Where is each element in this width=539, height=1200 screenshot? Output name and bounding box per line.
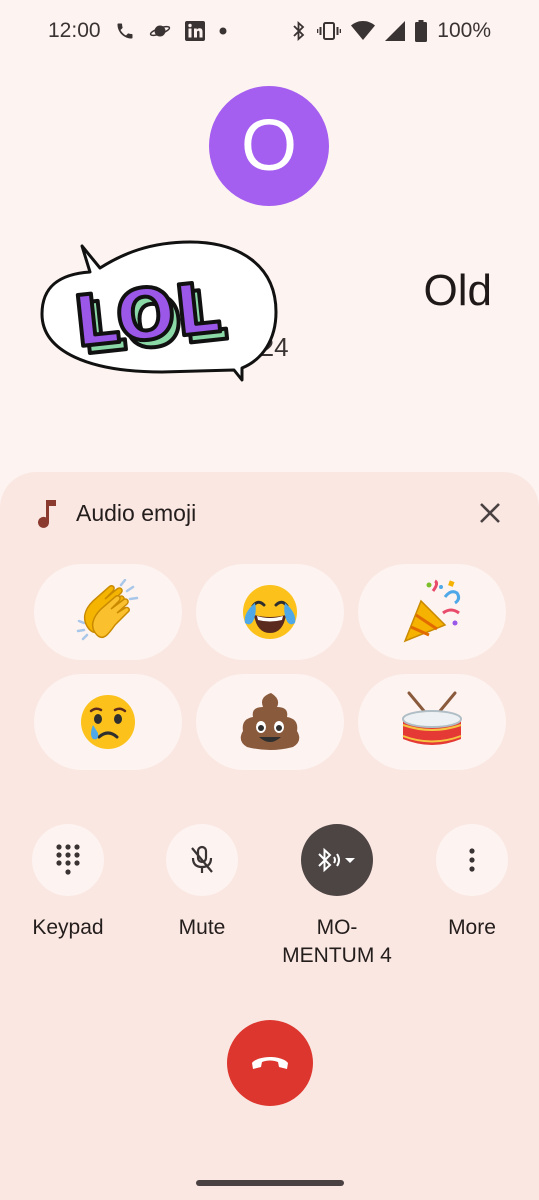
mute-circle[interactable] [166,824,238,896]
dialpad-icon [56,844,80,875]
bluetooth-audio-icon [318,847,355,873]
music-note-icon [38,500,56,528]
phone-icon [115,21,135,41]
more-circle[interactable] [436,824,508,896]
mute-button[interactable]: Mute [142,824,262,942]
audio-route-button[interactable]: MO- MENTUM 4 [277,824,397,970]
signal-icon [385,21,406,41]
hang-up-icon [252,1057,288,1069]
battery-percentage: 100% [437,19,491,42]
sheet-header: Audio emoji [0,494,539,534]
emoji-clapping-hands-button[interactable] [34,564,182,660]
call-controls: Keypad Mute MO- MENTUM 4 More [0,824,539,974]
status-bar: 12:00 100% [0,0,539,62]
audio-route-label: MO- MENTUM 4 [282,916,392,967]
tears-of-joy-icon [243,585,297,639]
emoji-grid [34,564,506,770]
emoji-drum-button[interactable] [358,674,506,770]
caller-avatar: O [209,86,329,206]
vibrate-icon [317,21,342,41]
planet-icon [149,21,171,41]
bluetooth-icon [291,20,307,42]
battery-icon [415,20,428,42]
emoji-pile-of-poo-button[interactable] [196,674,344,770]
keypad-circle[interactable] [32,824,104,896]
end-call-button[interactable] [227,1020,313,1106]
more-button[interactable]: More [412,824,532,942]
emoji-tears-of-joy-button[interactable] [196,564,344,660]
dot-icon [219,27,227,35]
status-time: 12:00 [48,19,101,42]
caller-name: Old [423,266,492,315]
linkedin-icon [184,21,205,41]
keypad-label: Keypad [32,916,104,939]
svg-text:LOL: LOL [70,266,224,363]
wifi-icon [351,21,376,41]
pile-of-poo-icon [240,693,300,750]
more-vert-icon [469,848,475,872]
more-label: More [448,916,496,939]
call-screen: 12:00 100% O Old LOL LOL Audio emoji Key… [0,0,539,1200]
mic-off-icon [191,845,213,873]
crying-face-icon [81,695,135,749]
keypad-button[interactable]: Keypad [8,824,128,942]
drum-icon [402,691,462,745]
mute-label: Mute [178,916,226,939]
emoji-party-popper-button[interactable] [358,564,506,660]
lol-sticker-icon: LOL LOL [40,240,278,382]
sheet-title: Audio emoji [76,500,197,526]
audio-route-circle[interactable] [301,824,373,896]
close-icon[interactable] [475,498,505,528]
party-popper-icon [403,579,461,643]
avatar-letter: O [240,106,297,186]
clapping-hands-icon [76,579,139,641]
home-indicator[interactable] [196,1180,344,1186]
emoji-crying-face-button[interactable] [34,674,182,770]
